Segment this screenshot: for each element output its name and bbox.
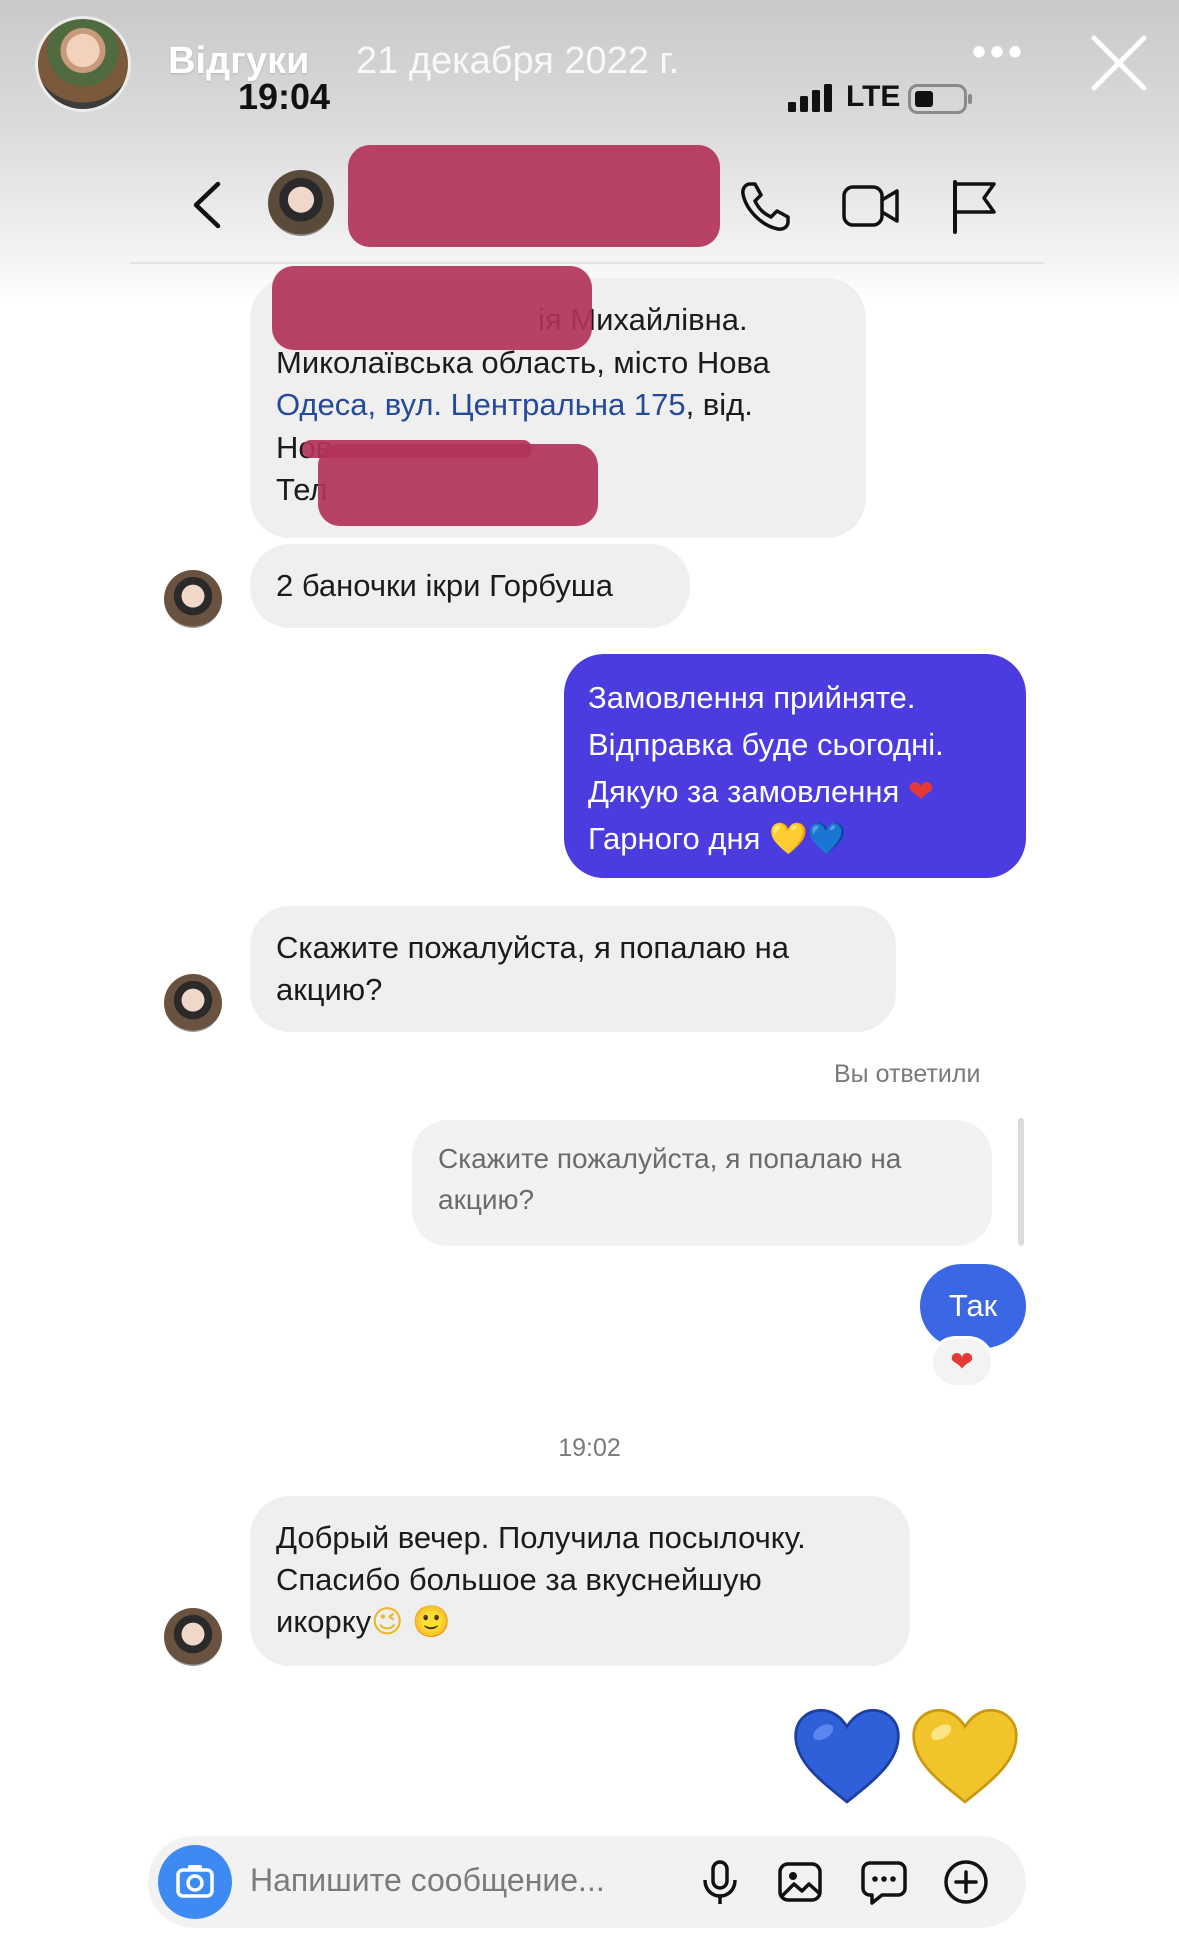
camera-icon: [176, 1865, 214, 1898]
yellow-heart-icon: 💛: [769, 821, 808, 856]
sender-avatar[interactable]: [164, 570, 222, 628]
chevron-left-icon[interactable]: [188, 180, 224, 230]
reply-label: Вы ответили: [834, 1060, 981, 1088]
image-icon[interactable]: [776, 1858, 824, 1906]
review-line-3-wrap: икорку😉 🙂: [276, 1601, 884, 1643]
plus-circle-icon[interactable]: [942, 1858, 990, 1906]
address-link[interactable]: Одеса, вул. Центральна 175: [276, 387, 686, 422]
message-timestamp: 19:02: [558, 1434, 621, 1462]
message-review[interactable]: Добрый вечер. Получила посылочку. Спасиб…: [250, 1496, 910, 1666]
message-answer[interactable]: Так: [920, 1264, 1026, 1348]
phone-icon[interactable]: [738, 180, 792, 234]
message-input[interactable]: Напишите сообщение...: [250, 1862, 605, 1899]
flag-icon[interactable]: [950, 178, 998, 234]
sent-line-3-wrap: Дякую за замовлення ❤: [588, 768, 1002, 815]
wink-icon: 😉: [371, 1604, 404, 1639]
sent-line-4: Гарного дня: [588, 821, 761, 856]
story-date: 21 декабря 2022 г.: [356, 40, 680, 82]
review-line-2: Спасибо большое за вкуснейшую: [276, 1562, 762, 1597]
question-line-1: Скажите пожалуйста, я попалаю на: [276, 930, 790, 965]
blue-heart-icon: 💙: [807, 821, 847, 856]
quote-bar: [1018, 1118, 1024, 1246]
contact-avatar[interactable]: [268, 170, 334, 236]
yellow-heart-icon[interactable]: [910, 1706, 1020, 1808]
message-composer[interactable]: Напишите сообщение...: [148, 1836, 1026, 1928]
video-camera-icon[interactable]: [842, 183, 900, 229]
address-line-street: Одеса, вул. Центральна 175, від.: [276, 384, 840, 427]
quoted-message[interactable]: Скажите пожалуйста, я попалаю на акцию?: [412, 1120, 992, 1246]
header-divider: [130, 262, 1044, 264]
redacted-name: [272, 266, 592, 350]
sent-line-3: Дякую за замовлення: [588, 774, 900, 809]
redacted-phone: [318, 444, 598, 526]
network-label: LTE: [846, 80, 901, 113]
close-icon[interactable]: [1088, 32, 1150, 94]
more-dots-icon[interactable]: •••: [972, 30, 1026, 75]
sent-line-4-wrap: Гарного дня 💛💙: [588, 815, 1002, 862]
microphone-icon[interactable]: [696, 1858, 744, 1906]
message-order[interactable]: 2 баночки ікри Горбуша: [250, 544, 690, 628]
message-order-text: 2 баночки ікри Горбуша: [276, 568, 613, 603]
sent-line-2: Відправка буде сьогодні.: [588, 727, 944, 762]
review-line-1: Добрый вечер. Получила посылочку.: [276, 1520, 806, 1555]
blue-heart-icon[interactable]: [792, 1706, 902, 1808]
quoted-line-2: акцию?: [438, 1184, 535, 1215]
status-time: 19:04: [238, 76, 331, 117]
smile-icon: 🙂: [412, 1604, 451, 1639]
address-line-street-rest: , від.: [685, 387, 753, 422]
redacted-contact-name: [348, 145, 720, 247]
sender-avatar[interactable]: [164, 1608, 222, 1666]
camera-button[interactable]: [158, 1845, 232, 1919]
question-line-2: акцию?: [276, 972, 383, 1007]
chat-bubble-icon[interactable]: [860, 1858, 908, 1906]
message-sent-confirmation[interactable]: Замовлення прийняте. Відправка буде сьог…: [564, 654, 1026, 878]
review-line-3: икорку: [276, 1604, 372, 1639]
quoted-line-1: Скажите пожалуйста, я попалаю на: [438, 1143, 902, 1174]
story-avatar[interactable]: [35, 16, 131, 112]
message-question[interactable]: Скажите пожалуйста, я попалаю на акцию?: [250, 906, 896, 1032]
message-answer-text: Так: [948, 1288, 998, 1323]
sender-avatar[interactable]: [164, 974, 222, 1032]
battery-icon: [908, 84, 972, 114]
reaction-red-heart-icon[interactable]: ❤: [930, 1336, 994, 1388]
sent-line-1: Замовлення прийняте.: [588, 680, 916, 715]
red-heart-icon: ❤: [907, 774, 934, 809]
signal-icon: [788, 84, 832, 112]
